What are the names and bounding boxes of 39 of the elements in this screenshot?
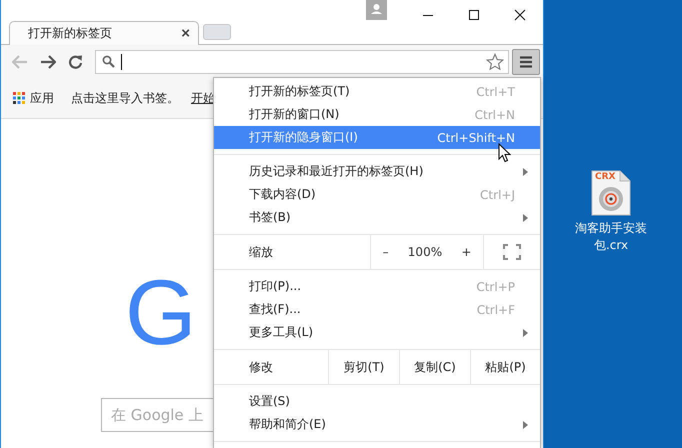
- forward-icon[interactable]: [40, 54, 56, 68]
- file-name[interactable]: 淘客助手安装包.crx: [571, 220, 651, 254]
- file-type-label: CRX: [595, 172, 616, 182]
- submenu-arrow-icon: [523, 168, 528, 176]
- menu-item[interactable]: 打开新的标签页(T) Ctrl+T: [214, 80, 540, 103]
- menu-item[interactable]: 设置(S): [214, 390, 540, 413]
- close-tab-button[interactable]: ×: [181, 26, 190, 41]
- search-icon: [102, 55, 115, 68]
- zoom-in-button[interactable]: +: [457, 245, 476, 259]
- apps-link[interactable]: 应用: [30, 90, 54, 106]
- logo: G: [125, 274, 195, 352]
- submenu-arrow-icon: [523, 421, 528, 429]
- maximize-icon[interactable]: [468, 9, 480, 21]
- menu-item[interactable]: 打开新的隐身窗口(I) Ctrl+Shift+N: [214, 126, 540, 149]
- zoom-value: 100%: [408, 245, 442, 259]
- browser-tab[interactable]: 打开新的标签页 ×: [9, 21, 199, 45]
- submenu-arrow-icon: [523, 214, 528, 222]
- edit-action-button[interactable]: 粘贴(P): [471, 350, 540, 384]
- import-bookmarks-text: 点击这里导入书签。: [71, 90, 179, 106]
- zoom-out-button[interactable]: –: [378, 245, 393, 259]
- menu-item[interactable]: 打印(P)... Ctrl+P: [214, 275, 540, 298]
- menu-icon: [519, 56, 533, 68]
- menu-item[interactable]: 帮助和简介(E): [214, 413, 540, 436]
- close-icon[interactable]: [514, 9, 526, 21]
- menu-button[interactable]: [512, 48, 540, 74]
- menu-item[interactable]: 下载内容(D) Ctrl+J: [214, 183, 540, 206]
- submenu-arrow-icon: [523, 329, 528, 337]
- menu-item[interactable]: 书签(B): [214, 206, 540, 229]
- star-icon[interactable]: [486, 52, 504, 70]
- apps-icon[interactable]: [13, 92, 25, 104]
- cursor-icon: [498, 143, 511, 163]
- address-field[interactable]: [95, 50, 509, 74]
- menu-item[interactable]: 历史记录和最近打开的标签页(H): [214, 160, 540, 183]
- menu-item[interactable]: 更多工具(L): [214, 321, 540, 344]
- fullscreen-icon: [503, 244, 521, 260]
- menu-item[interactable]: 查找(F)... Ctrl+F: [214, 298, 540, 321]
- reload-icon[interactable]: [68, 54, 83, 69]
- tab-title: 打开新的标签页: [28, 25, 112, 42]
- menu-item[interactable]: 打开新的窗口(N) Ctrl+N: [214, 103, 540, 126]
